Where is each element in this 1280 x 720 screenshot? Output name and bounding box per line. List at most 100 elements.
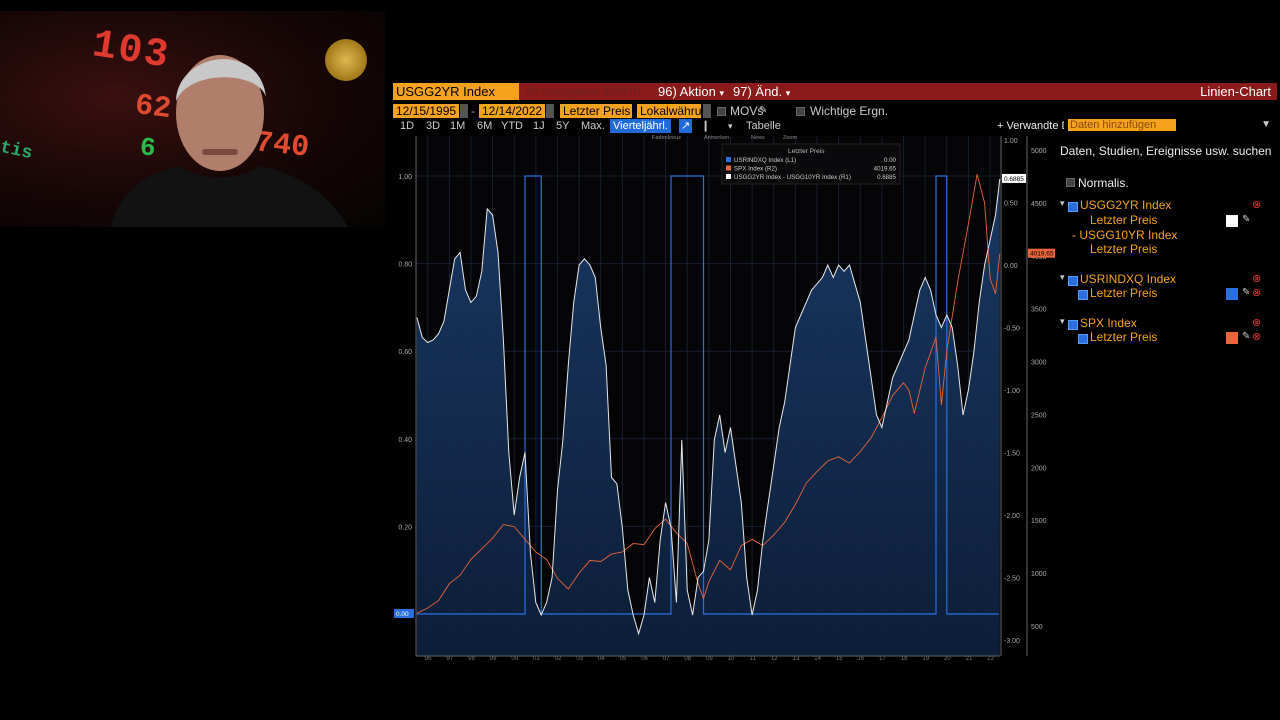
right1-axis-tick-label: 0.00 [1004, 263, 1018, 270]
collapse-icon[interactable]: ▾ [1060, 272, 1065, 283]
pencil-icon[interactable]: ✎ [759, 104, 767, 118]
legend-swatch [726, 174, 731, 179]
chart-tool-1: Anmerken [704, 135, 729, 141]
ticker-word: tis [0, 137, 35, 165]
currency-select[interactable]: Lokalwähru [637, 104, 701, 118]
legend-series-value: 0.00 [884, 157, 897, 164]
legend-swatch [726, 157, 731, 162]
field-checkbox[interactable] [1078, 290, 1088, 300]
collapse-icon[interactable]: ▾ [1060, 198, 1065, 209]
period-1j[interactable]: 1J [533, 119, 545, 133]
add-data-input[interactable]: Daten hinzufügen [1068, 119, 1176, 131]
right1-axis-tick-label: -2.00 [1004, 513, 1020, 520]
changes-menu-button[interactable]: 97) Änd. ▾ [733, 84, 790, 99]
bar-chart-icon[interactable]: ❙ [701, 119, 710, 133]
bloomberg-chart-window: USGG2YR Index 96 Vorgegeben ERRTR 96) Ak… [390, 82, 1280, 660]
related-data-button[interactable]: + Verwandte D [997, 119, 1064, 133]
chart-type-label[interactable]: Linien-Chart [1200, 84, 1271, 99]
pencil-icon[interactable]: ✎ [1242, 214, 1250, 225]
period-5y[interactable]: 5Y [556, 119, 569, 133]
events-checkbox[interactable] [796, 107, 805, 116]
pencil-icon[interactable]: ✎ [1242, 287, 1250, 298]
x-tick-label: '16 [856, 656, 864, 660]
period-6m[interactable]: 6M [477, 119, 492, 133]
movs-checkbox[interactable] [717, 107, 726, 116]
remove-icon[interactable]: ⊗ [1252, 286, 1261, 299]
series-field[interactable]: Letzter Preis [1090, 213, 1157, 227]
right2-axis-tick-label: 3000 [1031, 360, 1047, 367]
right2-axis-tick-label: 2000 [1031, 465, 1047, 472]
line-chart-icon[interactable]: ↗ [679, 119, 693, 133]
legend-series-value: 4019.65 [874, 166, 897, 173]
period-ytd[interactable]: YTD [501, 119, 523, 133]
changes-label: 97) Änd. [733, 84, 783, 99]
x-tick-label: '17 [878, 656, 886, 660]
table-button[interactable]: Tabelle [746, 119, 781, 133]
legend-swatch [726, 165, 731, 171]
pencil-icon[interactable]: ✎ [1242, 331, 1250, 342]
webcam-video: 103 740 62 6 tis [0, 11, 385, 227]
period-1m[interactable]: 1M [450, 119, 465, 133]
chevron-down-icon: ▾ [719, 88, 724, 98]
color-swatch[interactable] [1226, 332, 1238, 344]
left-axis-tick-label: 0.80 [398, 262, 412, 269]
normalize-checkbox[interactable] [1066, 178, 1075, 187]
remove-icon[interactable]: ⊗ [1252, 198, 1261, 211]
menu-icon[interactable]: ▼ [1261, 119, 1271, 130]
right1-axis-tick-label: -1.00 [1004, 388, 1020, 395]
chart-tool-3: Zoom [783, 135, 797, 141]
x-tick-label: '01 [532, 656, 540, 660]
dropdown-icon[interactable] [703, 104, 711, 118]
period-3d[interactable]: 3D [426, 119, 440, 133]
x-tick-label: '09 [705, 656, 713, 660]
x-tick-label: '03 [575, 656, 583, 660]
series-minus-field[interactable]: Letzter Preis [1090, 242, 1157, 256]
ghost-text: 96 Vorgegeben ERRTR [526, 86, 642, 98]
actions-label: 96) Aktion [658, 84, 716, 99]
series-title[interactable]: SPX Index [1080, 316, 1137, 330]
right1-axis-tick-label: -3.00 [1004, 638, 1020, 645]
x-tick-label: '07 [662, 656, 670, 660]
calendar-icon[interactable] [460, 104, 468, 118]
actions-menu-button[interactable]: 96) Aktion ▾ [658, 84, 724, 99]
series-title[interactable]: USGG2YR Index [1080, 198, 1171, 212]
right2-axis-tick-label: 4500 [1031, 201, 1047, 208]
remove-icon[interactable]: ⊗ [1252, 272, 1261, 285]
series-title[interactable]: USRINDXQ Index [1080, 272, 1176, 286]
x-tick-label: '20 [943, 656, 951, 660]
remove-icon[interactable]: ⊗ [1252, 316, 1261, 329]
series-field[interactable]: Letzter Preis [1090, 286, 1157, 300]
series-checkbox[interactable] [1068, 320, 1078, 330]
series-checkbox[interactable] [1068, 276, 1078, 286]
right2-axis-tick-label: 1000 [1031, 571, 1047, 578]
remove-icon[interactable]: ⊗ [1252, 330, 1261, 343]
x-tick-label: '06 [640, 656, 648, 660]
chart-tool-2: News [751, 135, 765, 141]
side-panel: Daten, Studien, Ereignisse usw. suchen N… [1060, 144, 1280, 344]
collapse-icon[interactable]: ▾ [1060, 316, 1065, 327]
field-checkbox[interactable] [1078, 334, 1088, 344]
color-swatch[interactable] [1226, 288, 1238, 300]
calendar-icon[interactable] [546, 104, 554, 118]
chevron-down-icon[interactable]: ▾ [728, 119, 733, 133]
series-checkbox[interactable] [1068, 202, 1078, 212]
price-field-select[interactable]: Letzter Preis [560, 104, 632, 118]
date-separator: - [471, 104, 475, 118]
period-max[interactable]: Max. [581, 119, 605, 133]
chart-area[interactable]: '96 '97 '98 '99 '00 '01 '02 '03 '04 '05 '06 '07 '08 '… [390, 132, 1055, 660]
start-date-field[interactable]: 12/15/1995 [393, 104, 459, 118]
end-date-field[interactable]: 12/14/2022 [479, 104, 545, 118]
series-minus-title[interactable]: - USGG10YR Index [1072, 228, 1177, 242]
search-studies-label[interactable]: Daten, Studien, Ereignisse usw. suchen [1060, 144, 1280, 158]
color-swatch[interactable] [1226, 215, 1238, 227]
security-field[interactable]: USGG2YR Index [393, 83, 519, 100]
x-tick-label: '13 [791, 656, 799, 660]
series-field[interactable]: Letzter Preis [1090, 330, 1157, 344]
right1-axis-tick-label: -0.50 [1004, 326, 1020, 333]
x-tick-label: '08 [683, 656, 691, 660]
left-axis-tick-label: 0.60 [398, 349, 412, 356]
right1-axis-tick-label: 0.50 [1004, 201, 1018, 208]
period-1d[interactable]: 1D [400, 119, 414, 133]
frequency-select[interactable]: Vierteljährl. [610, 119, 671, 133]
legend-series-value: 0.6885 [877, 174, 896, 181]
